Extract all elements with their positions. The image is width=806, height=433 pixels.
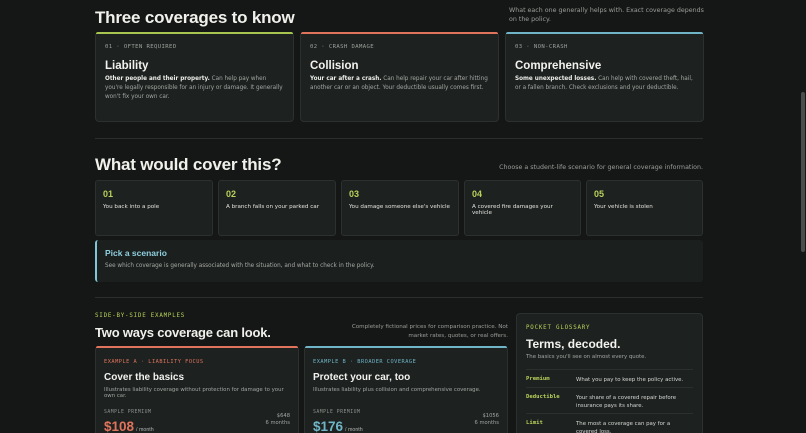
example-title: Cover the basics — [104, 372, 185, 383]
price-period: / month — [136, 427, 154, 433]
examples-title: Two ways coverage can look. — [95, 325, 271, 340]
scenario-text: A covered fire damages your vehicle — [472, 204, 553, 216]
coverage-card-collision: 02 · CRASH DAMAGE Collision Your car aft… — [300, 32, 499, 122]
card-accent-bar — [506, 32, 703, 34]
price-amount: $176 — [313, 419, 344, 433]
example-card-b: EXAMPLE B · BROADER COVERAGE Protect you… — [304, 346, 508, 433]
scenario-card-2[interactable]: 02 A branch falls on your parked car — [218, 180, 336, 236]
example-title: Protect your car, too — [313, 372, 411, 383]
coverage-tag: 02 · CRASH DAMAGE — [310, 44, 375, 50]
glossary-subtitle: The basics you'll see on almost every qu… — [526, 354, 647, 360]
scenario-text: A branch falls on your parked car — [226, 204, 320, 210]
section-divider — [95, 297, 703, 298]
card-accent-bar — [301, 32, 498, 34]
scenarios-title: What would cover this? — [95, 155, 282, 174]
glossary-definition: Your share of a covered repair before in… — [576, 395, 677, 409]
scenario-card-4[interactable]: 04 A covered fire damages your vehicle — [464, 180, 581, 236]
glossary-term: Limit — [526, 420, 543, 426]
coverage-lead: Your car after a crash. — [310, 76, 382, 82]
example-description: Illustrates liability plus collision and… — [313, 387, 481, 393]
price-amount: $108 — [104, 419, 135, 433]
card-accent-bar — [96, 346, 298, 348]
scenario-number: 02 — [226, 189, 237, 199]
coverage-card-liability: 01 · OFTEN REQUIRED Liability Other peop… — [95, 32, 294, 122]
glossary-row-premium: Premium What you pay to keep the policy … — [526, 369, 693, 384]
glossary-definition: What you pay to keep the policy active. — [576, 377, 684, 383]
coverage-title: Collision — [310, 60, 359, 72]
coverage-description: Your car after a crash. Can help repair … — [310, 75, 489, 93]
scenario-number: 04 — [472, 189, 483, 199]
scenario-number: 05 — [594, 189, 605, 199]
glossary-row-limit: Limit The most a coverage can pay for a … — [526, 413, 693, 433]
coverages-note: What each one generally helps with. Exac… — [509, 7, 704, 23]
total-term: 6 months — [474, 420, 500, 426]
glossary-row-deductible: Deductible Your share of a covered repai… — [526, 387, 693, 410]
example-price: $108/ month — [104, 419, 154, 433]
price-period: / month — [345, 427, 363, 433]
section-divider — [95, 138, 703, 139]
glossary-term: Deductible — [526, 394, 560, 400]
scenario-result-panel: Pick a scenario See which coverage is ge… — [95, 240, 703, 282]
example-total: $648 6 months — [266, 413, 291, 427]
pick-scenario-description: See which coverage is generally associat… — [105, 263, 375, 269]
pick-scenario-title: Pick a scenario — [105, 248, 167, 258]
page: Three coverages to know What each one ge… — [0, 0, 806, 433]
scenario-number: 01 — [103, 189, 114, 199]
sample-premium-label: SAMPLE PREMIUM — [313, 410, 361, 415]
glossary-definition: The most a coverage can pay for a covere… — [576, 421, 671, 433]
scenario-text: Your vehicle is stolen — [594, 204, 653, 210]
glossary-eyebrow: POCKET GLOSSARY — [526, 325, 591, 331]
coverage-card-comprehensive: 03 · NON-CRASH Comprehensive Some unexpe… — [505, 32, 704, 122]
coverage-title: Liability — [105, 60, 149, 72]
scenarios-note: Choose a student-life scenario for gener… — [499, 164, 703, 171]
coverage-tag: 01 · OFTEN REQUIRED — [105, 44, 177, 50]
example-card-a: EXAMPLE A · LIABILITY FOCUS Cover the ba… — [95, 346, 299, 433]
scenario-card-5[interactable]: 05 Your vehicle is stolen — [586, 180, 703, 236]
example-total: $1056 6 months — [475, 413, 500, 427]
total-term: 6 months — [265, 420, 291, 426]
coverage-description: Other people and their property. Can hel… — [105, 75, 284, 102]
scenario-number: 03 — [349, 189, 360, 199]
pocket-glossary: POCKET GLOSSARY Terms, decoded. The basi… — [516, 313, 703, 433]
total-amount: $1056 — [482, 413, 499, 419]
coverage-tag: 03 · NON-CRASH — [515, 44, 568, 50]
card-accent-bar — [96, 32, 293, 34]
scenario-text: You back into a pole — [103, 204, 160, 210]
total-amount: $648 — [276, 413, 290, 419]
scenario-card-3[interactable]: 03 You damage someone else's vehicle — [341, 180, 459, 236]
glossary-title: Terms, decoded. — [526, 337, 621, 351]
example-price: $176/ month — [313, 419, 363, 433]
coverage-lead: Other people and their property. — [105, 76, 210, 82]
example-tag: EXAMPLE A · LIABILITY FOCUS — [104, 359, 204, 365]
coverage-description: Some unexpected losses. Can help with co… — [515, 75, 694, 93]
sample-premium-label: SAMPLE PREMIUM — [104, 410, 152, 415]
card-accent-bar — [305, 346, 507, 348]
coverages-title: Three coverages to know — [95, 8, 295, 27]
scrollbar[interactable] — [801, 92, 805, 252]
examples-eyebrow: SIDE-BY-SIDE EXAMPLES — [95, 313, 186, 319]
scenario-text: You damage someone else's vehicle — [349, 204, 450, 210]
coverage-lead: Some unexpected losses. — [515, 76, 597, 82]
glossary-term: Premium — [526, 376, 550, 382]
coverage-title: Comprehensive — [515, 60, 602, 72]
examples-note: Completely fictional prices for comparis… — [351, 324, 508, 339]
example-tag: EXAMPLE B · BROADER COVERAGE — [313, 359, 417, 365]
example-description: Illustrates liability coverage without p… — [104, 387, 284, 399]
scenario-card-1[interactable]: 01 You back into a pole — [95, 180, 213, 236]
